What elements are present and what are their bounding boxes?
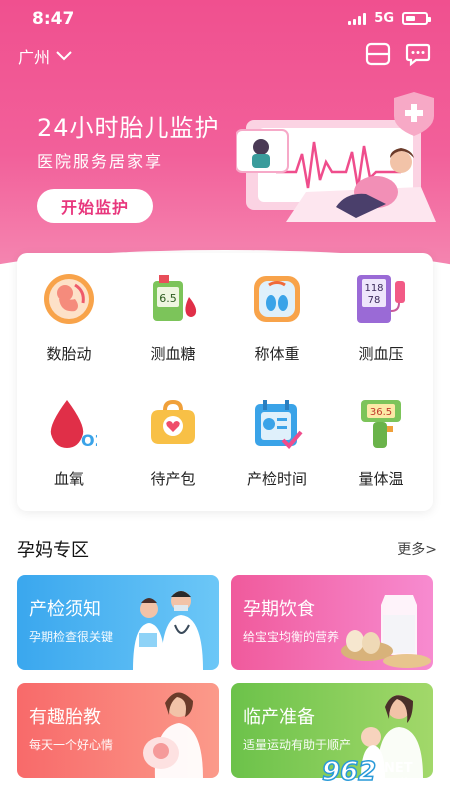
service-temperature[interactable]: 36.5 量体温 <box>329 394 433 489</box>
thermometer-gun-icon: 36.5 <box>351 394 411 454</box>
doctors-illustration <box>133 591 203 670</box>
service-label: 测血压 <box>358 345 404 363</box>
bp-diastolic: 78 <box>368 295 381 306</box>
service-blood-oxygen[interactable]: O2 血氧 <box>17 394 121 489</box>
service-label: 血氧 <box>53 470 84 488</box>
fetus-icon <box>39 269 99 329</box>
milk-illustration <box>341 595 431 668</box>
tile-checkup-notes[interactable]: 产检须知 孕期检查很关键 <box>17 575 219 670</box>
tile-title: 孕期饮食 <box>243 599 315 620</box>
calendar-check-icon <box>247 394 307 454</box>
service-blood-pressure[interactable]: 118 78 测血压 <box>329 269 433 364</box>
service-weight[interactable]: 称体重 <box>225 269 329 364</box>
glucose-reading: 6.5 <box>159 292 177 305</box>
tile-prenatal-education[interactable]: 有趣胎教 每天一个好心情 <box>17 683 219 778</box>
blood-pressure-monitor-icon: 118 78 <box>351 269 411 329</box>
bp-systolic: 118 <box>364 283 383 294</box>
signal-icon <box>348 12 367 25</box>
battery-icon <box>402 12 431 25</box>
tile-pregnancy-diet[interactable]: 孕期饮食 给宝宝均衡的营养 <box>231 575 433 670</box>
service-label: 产检时间 <box>246 470 307 488</box>
status-right: 5G <box>348 11 431 26</box>
scan-button[interactable] <box>364 40 392 68</box>
scale-icon <box>247 269 307 329</box>
message-button[interactable] <box>404 40 432 68</box>
watermark-brand: 962 <box>322 757 376 787</box>
blood-oxygen-icon: O2 <box>39 394 99 454</box>
start-monitor-button[interactable]: 开始监护 <box>37 189 153 223</box>
service-label: 待产包 <box>150 470 196 488</box>
tile-subtitle: 给宝宝均衡的营养 <box>243 630 340 644</box>
top-actions <box>364 40 432 68</box>
service-blood-glucose[interactable]: 6.5 测血糖 <box>121 269 225 364</box>
service-label: 称体重 <box>254 345 300 363</box>
city-label: 广州 <box>18 48 51 67</box>
watermark-suffix: NET <box>384 761 413 776</box>
service-label: 数胎动 <box>46 345 92 363</box>
tile-subtitle: 孕期检查很关键 <box>29 630 114 644</box>
status-bar: 8:47 5G <box>0 0 450 38</box>
chevron-down-icon <box>56 51 72 61</box>
watermark-site: 乐游网 <box>384 777 423 793</box>
tile-title: 有趣胎教 <box>29 707 101 728</box>
service-checkup-time[interactable]: 产检时间 <box>225 394 329 489</box>
oxygen-mark: O2 <box>81 431 97 450</box>
tile-title: 产检须知 <box>29 599 101 620</box>
chat-icon <box>405 43 431 67</box>
fetal-monitor-illustration <box>236 92 436 222</box>
service-hospital-bag[interactable]: 待产包 <box>121 394 225 489</box>
scan-icon <box>365 42 391 66</box>
service-label: 量体温 <box>358 470 404 488</box>
pregnant-woman-illustration <box>143 692 203 778</box>
banner-title: 24小时胎儿监护 <box>37 114 220 142</box>
status-time: 8:47 <box>32 9 75 29</box>
banner-subtitle: 医院服务居家享 <box>37 152 164 171</box>
service-grid: 数胎动 6.5 测血糖 称体重 118 78 测血压 O 血氧 待产包 产检时间… <box>17 269 433 489</box>
network-label: 5G <box>374 11 394 26</box>
temperature-reading: 36.5 <box>370 407 392 418</box>
service-card: 数胎动 6.5 测血糖 称体重 118 78 测血压 O 血氧 待产包 产检时间… <box>17 253 433 511</box>
more-link[interactable]: 更多> <box>397 539 437 559</box>
tile-subtitle: 每天一个好心情 <box>29 738 114 752</box>
tile-title: 临产准备 <box>243 707 315 728</box>
glucose-meter-icon: 6.5 <box>143 269 203 329</box>
service-label: 测血糖 <box>150 345 196 363</box>
service-fetal-movement[interactable]: 数胎动 <box>17 269 121 364</box>
bag-icon <box>143 394 203 454</box>
top-bar: 广州 <box>0 40 450 70</box>
section-title: 孕妈专区 <box>17 540 89 561</box>
section-header: 孕妈专区 更多> <box>17 536 437 561</box>
city-selector[interactable]: 广州 <box>18 44 72 68</box>
site-watermark: 962 NET 乐游网 <box>321 756 423 793</box>
